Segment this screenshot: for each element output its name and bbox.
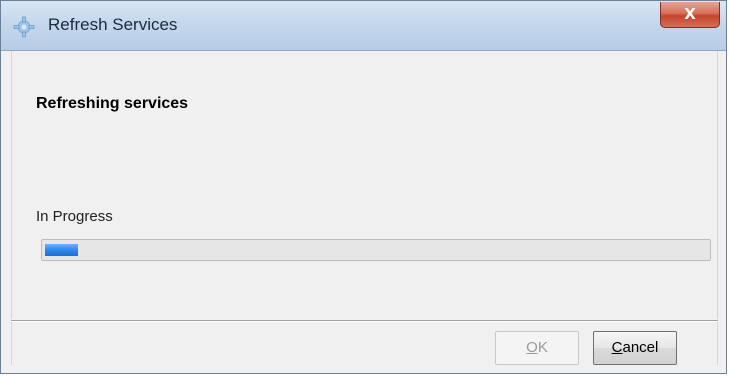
- progress-status: In Progress: [36, 208, 113, 225]
- ok-button-mnemonic: O: [526, 339, 538, 356]
- dialog-window: Refresh Services X Refreshing services I…: [0, 0, 727, 374]
- gear-icon: [13, 16, 35, 38]
- progress-bar: [41, 239, 711, 261]
- dialog-content: Refreshing services In Progress: [11, 51, 718, 319]
- cancel-button-label: ancel: [622, 339, 659, 356]
- progress-bar-fill: [45, 244, 78, 256]
- title-bar[interactable]: Refresh Services X: [1, 1, 726, 51]
- window-title: Refresh Services: [48, 15, 178, 34]
- operation-heading: Refreshing services: [36, 95, 189, 112]
- ok-button-label: K: [537, 339, 548, 356]
- ok-button[interactable]: OK: [495, 331, 579, 365]
- cancel-button[interactable]: Cancel: [593, 331, 677, 365]
- close-icon: X: [684, 5, 696, 23]
- close-button[interactable]: X: [660, 2, 720, 28]
- button-bar: OK Cancel: [11, 322, 718, 365]
- cancel-button-mnemonic: C: [611, 339, 623, 356]
